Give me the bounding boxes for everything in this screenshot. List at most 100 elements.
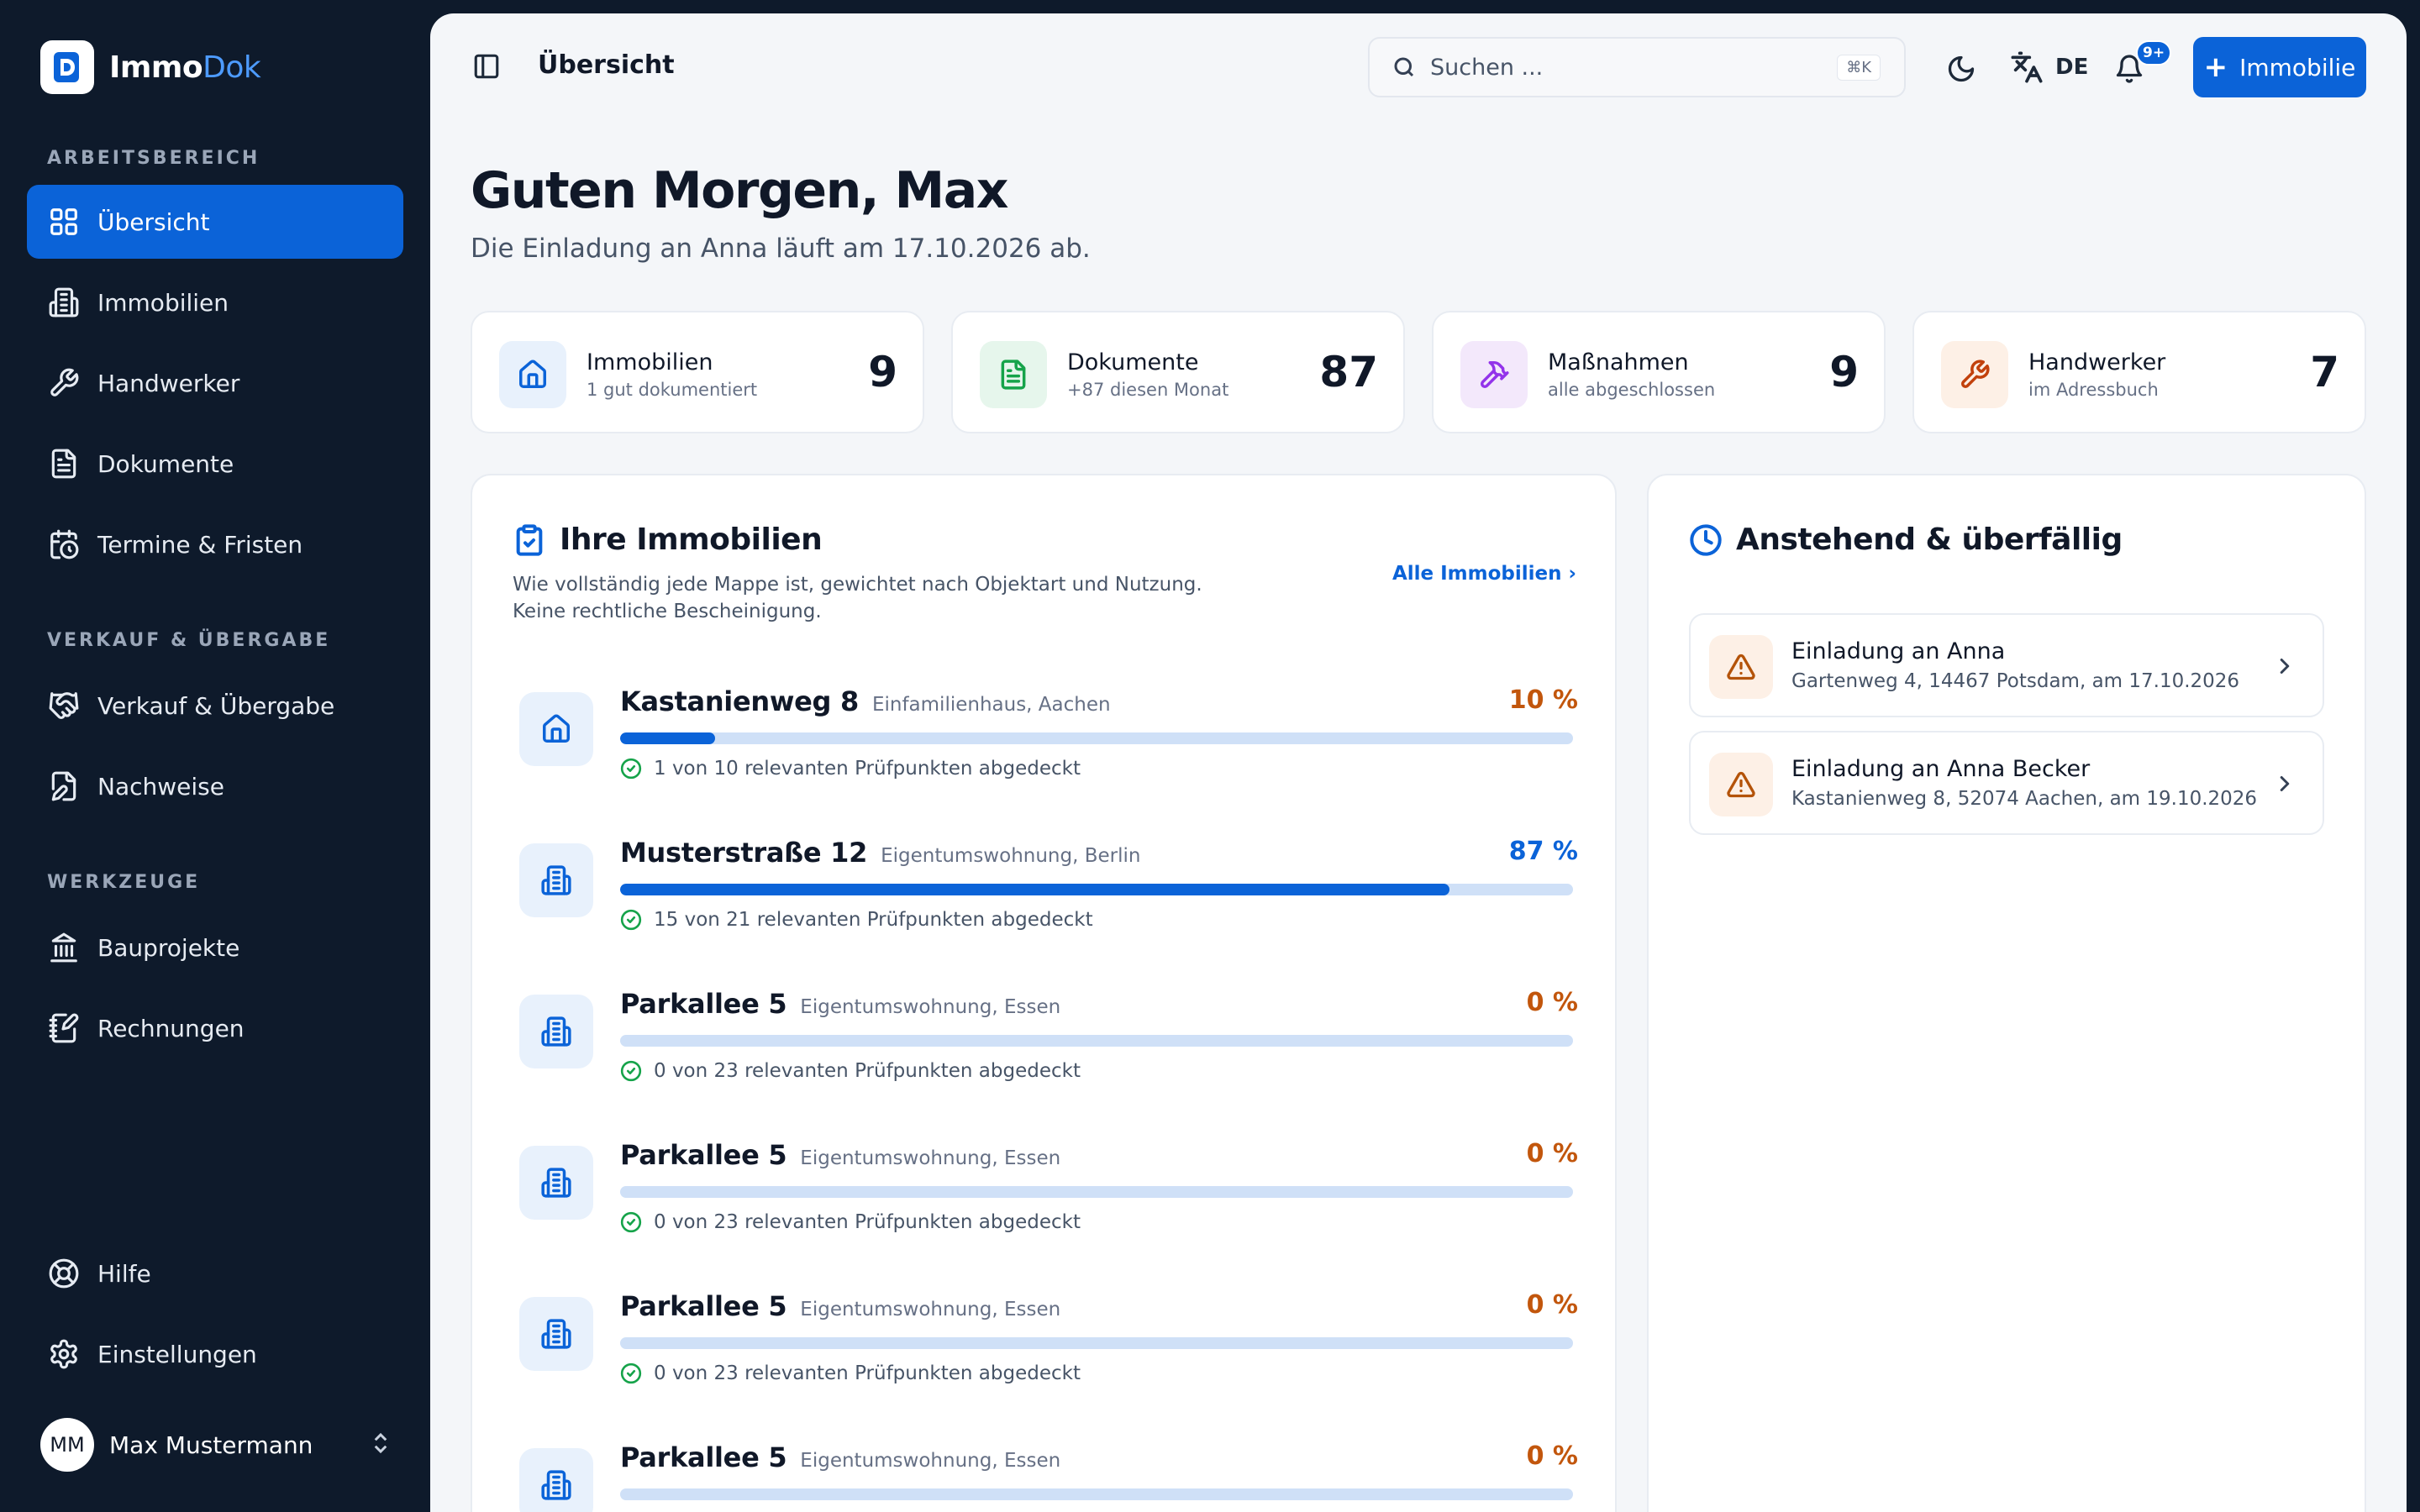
chevron-right-icon xyxy=(2272,654,2297,682)
sidebar-item-bauprojekte[interactable]: Bauprojekte xyxy=(27,911,403,984)
property-check: 0 von 23 relevanten Prüfpunkten abgedeck… xyxy=(620,1362,1081,1384)
due-item[interactable]: Einladung an Anna Gartenweg 4, 14467 Pot… xyxy=(1689,613,2324,717)
section-label-arbeitsbereich: ARBEITSBEREICH xyxy=(47,148,260,169)
lifebuoy-icon xyxy=(47,1257,81,1290)
property-check-text: 1 von 10 relevanten Prüfpunkten abgedeck… xyxy=(654,758,1081,780)
sidebar-item-hilfe[interactable]: Hilfe xyxy=(27,1236,403,1310)
sidebar-item-einstellungen[interactable]: Einstellungen xyxy=(27,1317,403,1391)
search-shortcut: ⌘K xyxy=(1837,54,1881,81)
building-icon xyxy=(47,286,81,319)
property-type: Eigentumswohnung, Berlin xyxy=(881,845,1141,867)
check-circle-icon xyxy=(620,1060,642,1082)
sidebar-item-label: Einstellungen xyxy=(97,1340,257,1368)
property-row[interactable]: Musterstraße 12 Eigentumswohnung, Berlin 8… xyxy=(519,837,1578,971)
section-label-verkauf: VERKAUF & ÜBERGABE xyxy=(47,630,331,651)
property-percent: 0 % xyxy=(1526,1441,1578,1471)
property-percent: 0 % xyxy=(1526,988,1578,1017)
property-progress-bar xyxy=(620,1488,1573,1500)
chevron-right-icon xyxy=(2272,771,2297,800)
property-progress-fill xyxy=(620,732,716,744)
due-item-subtitle: Gartenweg 4, 14467 Potsdam, am 17.10.202… xyxy=(1791,670,2240,692)
clipboard-check-icon xyxy=(516,523,543,556)
landmark-icon xyxy=(47,931,81,964)
clock-icon xyxy=(1690,523,1722,556)
home-icon xyxy=(499,341,566,408)
stat-title: Maßnahmen xyxy=(1548,349,1689,375)
sidebar-item-rechnungen[interactable]: Rechnungen xyxy=(27,991,403,1065)
stat-title: Dokumente xyxy=(1067,349,1199,375)
property-progress-bar xyxy=(620,1035,1573,1047)
property-check-text: 0 von 23 relevanten Prüfpunkten abgedeck… xyxy=(654,1060,1081,1082)
hammer-icon xyxy=(1460,341,1528,408)
building-icon xyxy=(519,1146,593,1220)
page-title: Übersicht xyxy=(538,50,675,80)
check-circle-icon xyxy=(620,758,642,780)
wrench-icon xyxy=(47,366,81,400)
sidebar-item-label: Übersicht xyxy=(97,207,210,236)
due-card-title: Anstehend & überfällig xyxy=(1736,522,2123,557)
property-percent: 0 % xyxy=(1526,1139,1578,1168)
warning-icon xyxy=(1709,635,1773,699)
property-row[interactable]: Parkallee 5Eigentumswohnung, Essen0 %0 v… xyxy=(519,1290,1578,1425)
properties-card-description: Wie vollständig jede Mappe ist, gewichte… xyxy=(513,574,1202,622)
property-row[interactable]: Parkallee 5Eigentumswohnung, Essen0 %0 v… xyxy=(519,1441,1578,1512)
sidebar-item-label: Bauprojekte xyxy=(97,933,240,962)
stat-card-handwerker[interactable]: Handwerker im Adressbuch 7 xyxy=(1912,311,2366,433)
stat-card-dokumente[interactable]: Dokumente +87 diesen Monat 87 xyxy=(951,311,1405,433)
properties-card-title: Ihre Immobilien xyxy=(560,522,823,557)
property-check-text: 15 von 21 relevanten Prüfpunkten abgedec… xyxy=(654,909,1093,931)
search-input[interactable]: Suchen ... ⌘K xyxy=(1368,37,1906,97)
add-property-button[interactable]: + Immobilie xyxy=(2193,37,2366,97)
file-text-icon xyxy=(980,341,1047,408)
file-edit-icon xyxy=(47,769,81,803)
sidebar-item-termine-fristen[interactable]: Termine & Fristen xyxy=(27,507,403,581)
due-item[interactable]: Einladung an Anna Becker Kastanienweg 8,… xyxy=(1689,731,2324,835)
wrench-icon xyxy=(1941,341,2008,408)
property-row[interactable]: Parkallee 5Eigentumswohnung, Essen0 %0 v… xyxy=(519,988,1578,1122)
topbar: Übersicht Suchen ... ⌘K DE 9+ + Immobili… xyxy=(430,13,2407,121)
sidebar-item-uebersicht[interactable]: Übersicht xyxy=(27,185,403,259)
sidebar-item-label: Hilfe xyxy=(97,1259,151,1288)
building-icon xyxy=(519,1448,593,1512)
sidebar-item-verkauf-uebergabe[interactable]: Verkauf & Übergabe xyxy=(27,669,403,743)
sidebar-item-label: Immobilien xyxy=(97,288,229,317)
property-name: Parkallee 5 Eigentumswohnung, Essen xyxy=(620,1139,1061,1171)
property-check: 0 von 23 relevanten Prüfpunkten abgedeck… xyxy=(620,1060,1081,1082)
stat-subtitle: 1 gut dokumentiert xyxy=(587,380,758,400)
search-placeholder: Suchen ... xyxy=(1430,54,1544,81)
gear-icon xyxy=(47,1337,81,1371)
property-progress-bar xyxy=(620,884,1573,895)
sidebar-toggle-icon[interactable] xyxy=(472,52,502,82)
building-icon xyxy=(519,1297,593,1371)
stat-card-massnahmen[interactable]: Maßnahmen alle abgeschlossen 9 xyxy=(1432,311,1886,433)
language-code: DE xyxy=(2055,55,2089,80)
brand[interactable]: ImmoDok xyxy=(40,40,261,94)
user-menu[interactable]: MM Max Mustermann xyxy=(40,1418,393,1472)
home-icon xyxy=(519,692,593,766)
plus-icon: + xyxy=(2203,50,2228,84)
property-progress-fill xyxy=(620,884,1449,895)
stat-card-immobilien[interactable]: Immobilien 1 gut dokumentiert 9 xyxy=(471,311,924,433)
due-item-subtitle: Kastanienweg 8, 52074 Aachen, am 19.10.2… xyxy=(1791,788,2258,810)
user-name: Max Mustermann xyxy=(109,1431,313,1459)
sidebar-item-nachweise[interactable]: Nachweise xyxy=(27,749,403,823)
sidebar-item-immobilien[interactable]: Immobilien xyxy=(27,265,403,339)
add-property-label: Immobilie xyxy=(2239,53,2356,81)
all-properties-link[interactable]: Alle Immobilien › xyxy=(1392,563,1576,585)
property-name: Parkallee 5 Eigentumswohnung, Essen xyxy=(620,1441,1061,1473)
sidebar: ImmoDok ARBEITSBEREICH Übersicht Immobil… xyxy=(0,0,430,1512)
property-name: Musterstraße 12 Eigentumswohnung, Berlin xyxy=(620,837,1141,869)
notification-badge: 9+ xyxy=(2136,40,2172,66)
stat-value: 87 xyxy=(1319,348,1378,396)
theme-toggle-button[interactable] xyxy=(1943,50,1980,87)
sidebar-item-dokumente[interactable]: Dokumente xyxy=(27,427,403,501)
property-row[interactable]: Kastanienweg 8 Einfamilienhaus, Aachen 10 … xyxy=(519,685,1578,820)
property-check: 0 von 23 relevanten Prüfpunkten abgedeck… xyxy=(620,1211,1081,1233)
section-label-werkzeuge: WERKZEUGE xyxy=(47,872,201,893)
sidebar-item-handwerker[interactable]: Handwerker xyxy=(27,346,403,420)
property-row[interactable]: Parkallee 5Eigentumswohnung, Essen 0 % 0 v… xyxy=(519,1139,1578,1273)
main-panel: Übersicht Suchen ... ⌘K DE 9+ + Immobili… xyxy=(430,13,2407,1512)
brand-logo-icon xyxy=(40,40,94,94)
property-type: Einfamilienhaus, Aachen xyxy=(871,694,1111,716)
language-switch[interactable]: DE xyxy=(2010,50,2088,84)
